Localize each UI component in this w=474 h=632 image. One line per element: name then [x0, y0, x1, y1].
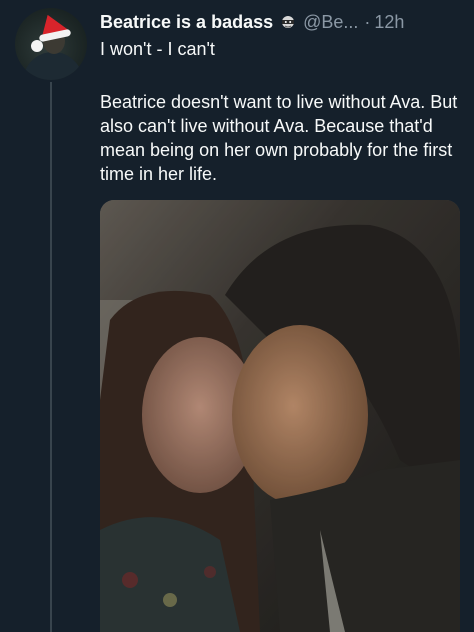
tweet-subtitle: I won't - I can't: [100, 39, 215, 59]
avatar[interactable]: [15, 8, 87, 80]
tweet[interactable]: Beatrice is a badass @Be... · 12h I won'…: [0, 0, 474, 632]
media-photo: [100, 200, 460, 632]
avatar-body: [23, 52, 83, 80]
tweet-body: Beatrice doesn't want to live without Av…: [100, 92, 458, 184]
tweet-header: Beatrice is a badass @Be... · 12h: [100, 10, 466, 34]
thread-connector-line: [50, 82, 52, 632]
santa-hat-pompom: [31, 40, 43, 52]
tweet-media-image[interactable]: [100, 200, 460, 632]
separator-dot: ·: [364, 11, 371, 32]
display-name[interactable]: Beatrice is a badass: [100, 12, 273, 33]
ninja-face-icon: [281, 14, 295, 30]
timestamp[interactable]: 12h: [374, 12, 404, 33]
user-handle[interactable]: @Be...: [303, 12, 358, 33]
